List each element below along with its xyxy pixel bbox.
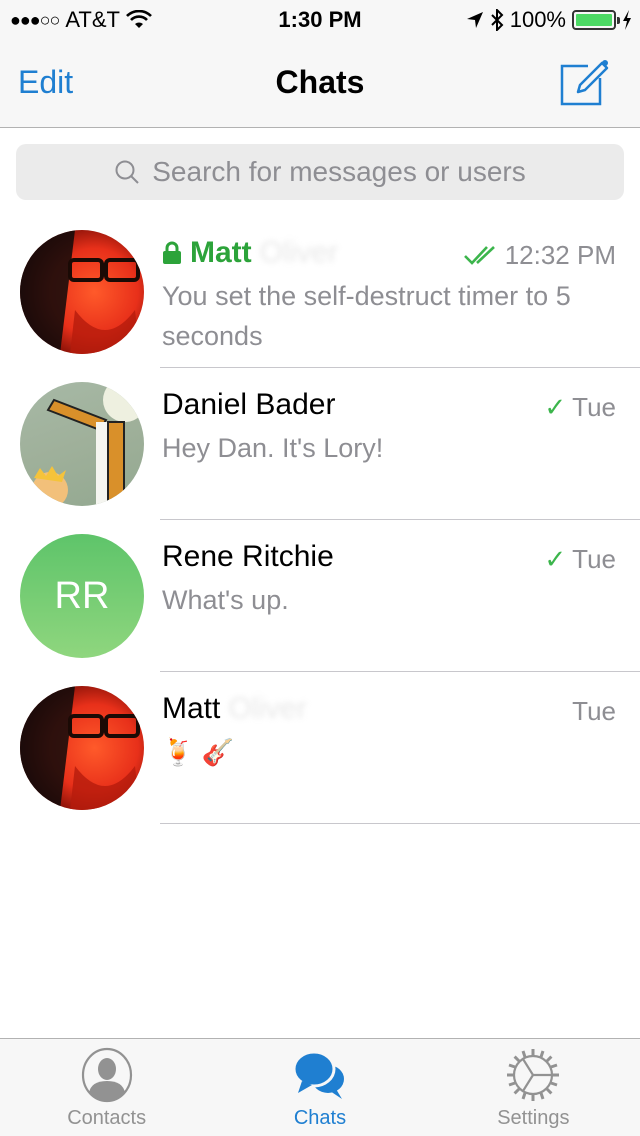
search-section: Search for messages or users [0, 128, 640, 216]
avatar [20, 686, 144, 810]
chat-row-matt[interactable]: Matt Oliver Tue 🍹 🎸 [0, 672, 640, 824]
check-icon: ✓ [544, 544, 567, 574]
chat-name: Matt Oliver [162, 236, 338, 270]
avatar-photo [32, 382, 144, 506]
tab-bar: Contacts Chats Settings [0, 1038, 640, 1136]
chat-name-text: Matt [190, 236, 252, 269]
tab-settings[interactable]: Settings [427, 1039, 640, 1136]
check-icon: ✓ [544, 392, 567, 422]
status-bar: ●●●○○ AT&T 1:30 PM 100% [0, 0, 640, 40]
avatar-initials: RR [54, 574, 110, 617]
avatar-photo [20, 230, 140, 354]
battery-fill [576, 14, 612, 26]
chat-name-redacted: Oliver [228, 692, 307, 725]
chat-preview: You set the self-destruct timer to 5 sec… [162, 281, 571, 351]
chat-preview: 🍹 🎸 [162, 737, 234, 767]
lock-icon [163, 241, 181, 264]
status-right: 100% [466, 7, 632, 33]
battery-percent: 100% [509, 7, 566, 32]
tab-label: Contacts [67, 1107, 147, 1129]
avatar [20, 230, 144, 354]
chat-preview: Hey Dan. It's Lory! [162, 433, 384, 463]
chat-meta: ✓ Tue [544, 544, 616, 575]
chat-meta: Tue [572, 696, 616, 727]
chat-name-redacted: Oliver [259, 236, 338, 269]
chat-name: Matt Oliver [162, 692, 307, 726]
chat-list: Matt Oliver 12:32 PM You set the self-de… [0, 216, 640, 824]
location-arrow-icon [466, 12, 483, 28]
battery-icon [572, 10, 620, 30]
chat-name: Rene Ritchie [162, 540, 334, 573]
chat-row-matt-secret[interactable]: Matt Oliver 12:32 PM You set the self-de… [0, 216, 640, 368]
chat-row-rene-ritchie[interactable]: RR Rene Ritchie ✓ Tue What's up. [0, 520, 640, 672]
tab-chats[interactable]: Chats [213, 1039, 426, 1136]
avatar: RR [20, 534, 144, 658]
search-placeholder: Search for messages or users [152, 156, 526, 187]
charging-bolt-icon [623, 10, 631, 30]
chat-preview: What's up. [162, 585, 289, 615]
tab-label: Chats [293, 1107, 347, 1129]
chat-time: Tue [572, 544, 616, 574]
bluetooth-icon [491, 9, 504, 31]
chat-content: Matt Oliver 12:32 PM You set the self-de… [160, 216, 640, 368]
chats-icon [292, 1050, 344, 1099]
chat-time: Tue [572, 696, 616, 726]
chat-time: Tue [572, 392, 616, 422]
chat-content: Matt Oliver Tue 🍹 🎸 [160, 672, 640, 824]
page-title: Chats [275, 64, 365, 100]
avatar [20, 382, 144, 506]
chat-time: 12:32 PM [504, 240, 616, 270]
avatar-photo [20, 686, 140, 810]
chat-content: Rene Ritchie ✓ Tue What's up. [160, 520, 640, 672]
chat-row-daniel-bader[interactable]: Daniel Bader ✓ Tue Hey Dan. It's Lory! [0, 368, 640, 520]
contacts-icon [81, 1047, 132, 1103]
chat-meta: 12:32 PM [463, 240, 616, 271]
chat-name: Daniel Bader [162, 388, 336, 421]
tab-label: Settings [497, 1107, 570, 1129]
tab-contacts[interactable]: Contacts [0, 1039, 213, 1136]
search-input[interactable]: Search for messages or users [16, 144, 624, 200]
chat-content: Daniel Bader ✓ Tue Hey Dan. It's Lory! [160, 368, 640, 520]
settings-icon [507, 1049, 560, 1101]
compose-button[interactable] [558, 58, 610, 108]
compose-icon [560, 60, 609, 106]
chat-meta: ✓ Tue [544, 392, 616, 423]
navigation-bar: Edit Chats [0, 40, 640, 128]
double-check-icon [463, 245, 495, 265]
chat-name-text: Matt [162, 692, 221, 725]
search-icon [115, 160, 139, 184]
